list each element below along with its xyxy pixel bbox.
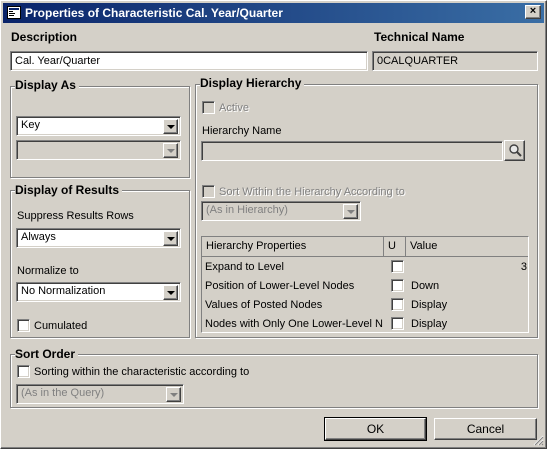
table-row[interactable]: Expand to Level 3 — [202, 258, 528, 277]
sort-within-hierarchy-checkbox[interactable] — [202, 185, 215, 198]
close-icon[interactable]: × — [525, 5, 541, 19]
display-as-title: Display As — [15, 78, 79, 92]
active-label: Active — [219, 102, 249, 114]
active-checkbox[interactable] — [202, 101, 215, 114]
magnifier-icon — [508, 144, 522, 157]
value-cell[interactable]: Display — [411, 299, 447, 311]
title-bar[interactable]: Properties of Characteristic Cal. Year/Q… — [3, 3, 544, 23]
chevron-down-icon[interactable] — [163, 231, 178, 246]
hierarchy-search-button[interactable] — [504, 140, 525, 161]
hierarchy-name-label: Hierarchy Name — [202, 125, 282, 137]
sort-within-hierarchy-select[interactable]: (As in Hierarchy) — [201, 201, 361, 221]
chevron-down-icon[interactable] — [166, 387, 181, 402]
sort-order-value: (As in the Query) — [21, 387, 105, 399]
table-row[interactable]: Values of Posted Nodes Display — [202, 296, 528, 315]
display-hierarchy-title: Display Hierarchy — [200, 76, 305, 90]
row-checkbox[interactable] — [391, 279, 404, 292]
description-input[interactable]: Cal. Year/Quarter — [10, 51, 368, 71]
property-cell: Expand to Level — [205, 261, 284, 273]
display-as-secondary-select[interactable] — [16, 140, 181, 160]
chevron-down-icon[interactable] — [163, 285, 178, 300]
column-header-value[interactable]: Value — [406, 237, 528, 256]
property-cell: Values of Posted Nodes — [205, 299, 323, 311]
sort-order-checkbox[interactable] — [17, 365, 30, 378]
hierarchy-properties-table: Hierarchy Properties U Value Expand to L… — [201, 236, 529, 333]
row-checkbox[interactable] — [391, 260, 404, 273]
sort-order-select[interactable]: (As in the Query) — [16, 384, 184, 404]
value-cell[interactable]: Display — [411, 318, 447, 330]
chevron-down-icon[interactable] — [343, 204, 358, 219]
suppress-results-value: Always — [21, 231, 56, 243]
properties-dialog: Properties of Characteristic Cal. Year/Q… — [0, 0, 547, 449]
window-title: Properties of Characteristic Cal. Year/Q… — [25, 6, 283, 20]
cumulated-checkbox[interactable] — [17, 319, 30, 332]
suppress-results-label: Suppress Results Rows — [17, 210, 134, 222]
display-of-results-title: Display of Results — [15, 183, 123, 197]
table-row[interactable]: Position of Lower-Level Nodes Down — [202, 277, 528, 296]
table-row[interactable]: Nodes with Only One Lower-Level Node Dis… — [202, 315, 528, 334]
property-cell: Nodes with Only One Lower-Level Node — [205, 318, 383, 330]
chevron-down-icon[interactable] — [163, 119, 178, 134]
display-as-value: Key — [21, 119, 40, 131]
column-header-u[interactable]: U — [384, 237, 406, 256]
sort-within-hierarchy-value: (As in Hierarchy) — [206, 204, 288, 216]
technical-name-field: 0CALQUARTER — [372, 51, 538, 71]
display-as-select[interactable]: Key — [16, 116, 181, 136]
technical-name-label: Technical Name — [374, 30, 465, 44]
suppress-results-select[interactable]: Always — [16, 228, 181, 248]
description-label: Description — [11, 30, 78, 44]
normalize-label: Normalize to — [17, 265, 79, 277]
sort-order-checkbox-label: Sorting within the characteristic accord… — [34, 366, 250, 378]
table-header: Hierarchy Properties U Value — [202, 237, 528, 257]
cancel-button[interactable]: Cancel — [434, 418, 537, 440]
row-checkbox[interactable] — [391, 298, 404, 311]
normalize-select[interactable]: No Normalization — [16, 282, 181, 302]
sort-order-title: Sort Order — [15, 347, 79, 361]
value-cell[interactable]: Down — [411, 280, 439, 292]
row-checkbox[interactable] — [391, 317, 404, 330]
hierarchy-name-input[interactable] — [201, 141, 503, 161]
property-cell: Position of Lower-Level Nodes — [205, 280, 355, 292]
sort-within-hierarchy-label: Sort Within the Hierarchy According to — [219, 186, 405, 198]
value-cell[interactable]: 3 — [521, 261, 527, 273]
chevron-down-icon[interactable] — [163, 143, 178, 158]
cumulated-label: Cumulated — [34, 320, 88, 332]
column-header-property[interactable]: Hierarchy Properties — [202, 237, 384, 256]
resize-grip-icon[interactable] — [532, 434, 544, 446]
normalize-value: No Normalization — [21, 285, 106, 297]
window-app-icon — [7, 6, 21, 19]
ok-button[interactable]: OK — [324, 417, 427, 441]
